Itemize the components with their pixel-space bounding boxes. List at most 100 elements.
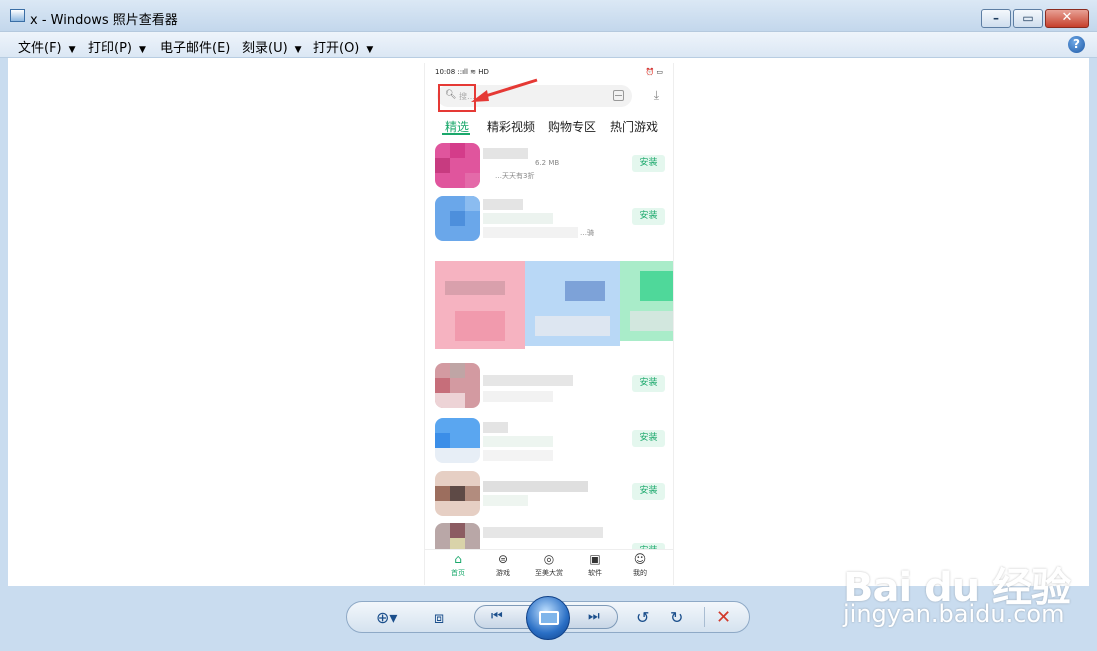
install-button[interactable]: 安装 — [632, 430, 665, 447]
window-title: x - Windows 照片查看器 — [30, 13, 178, 28]
software-icon: ▣ — [589, 552, 601, 566]
list-item[interactable]: 安装 — [435, 418, 670, 464]
app-desc: …天天有3折 — [495, 172, 535, 180]
menu-file[interactable]: 文件(F) ▼ — [18, 37, 76, 56]
rotate-right-button[interactable]: ↻ — [670, 608, 683, 627]
red-arrow-annotation — [471, 78, 538, 102]
app-name-blurred — [483, 481, 588, 492]
app-icon — [435, 471, 480, 516]
scan-icon[interactable] — [613, 90, 624, 101]
app-desc-blurred — [483, 450, 553, 461]
nav-software[interactable]: ▣ 软件 — [575, 552, 615, 578]
list-item[interactable]: …骑 安装 — [435, 196, 670, 242]
app-icon — [435, 196, 480, 241]
menu-email[interactable]: 电子邮件(E) — [160, 37, 230, 56]
app-desc-blurred — [483, 391, 553, 402]
window-controls: – ▭ ✕ — [979, 9, 1089, 28]
nav-awards-label: 至美大赏 — [535, 569, 563, 577]
install-button[interactable]: 安装 — [632, 155, 665, 172]
bottom-navigation: ⌂ 首页 ⊜ 游戏 ◎ 至美大赏 ▣ 软件 ☺ 我的 — [425, 549, 673, 585]
help-icon[interactable]: ? — [1068, 36, 1085, 53]
app-name-blurred — [483, 527, 603, 538]
app-icon — [435, 363, 480, 408]
app-size: 6.2 MB — [535, 159, 560, 167]
install-button[interactable]: 安装 — [632, 375, 665, 392]
previous-button[interactable]: ⏮ — [491, 609, 503, 624]
menu-burn-label: 刻录(U) — [242, 41, 288, 56]
fit-window-icon: ⧈ — [434, 608, 445, 627]
menu-open[interactable]: 打开(O) ▼ — [313, 37, 373, 56]
chevron-down-icon: ▼ — [68, 45, 76, 55]
status-bar-left: 10:08 ::ıll ≋ HD — [435, 68, 489, 76]
app-icon — [435, 143, 480, 188]
download-icon[interactable]: ⤓ — [654, 88, 659, 103]
nav-home-label: 首页 — [451, 569, 465, 577]
nav-home[interactable]: ⌂ 首页 — [438, 552, 478, 578]
list-item[interactable]: 6.2 MB …天天有3折 安装 — [435, 143, 670, 189]
menu-open-label: 打开(O) — [313, 41, 360, 56]
delete-icon: ✕ — [716, 607, 732, 628]
menu-burn[interactable]: 刻录(U) ▼ — [242, 37, 302, 56]
delete-button[interactable]: ✕ — [716, 607, 731, 628]
nav-profile[interactable]: ☺ 我的 — [620, 552, 660, 578]
chevron-down-icon: ▼ — [366, 45, 374, 55]
menu-bar: 文件(F) ▼ 打印(P) ▼ 电子邮件(E) 刻录(U) ▼ 打开(O) ▼ ? — [0, 32, 1097, 58]
watermark-url: jingyan.baidu.com — [843, 600, 1065, 628]
app-desc-blurred — [483, 227, 578, 238]
maximize-button[interactable]: ▭ — [1013, 9, 1043, 28]
rotate-left-icon: ↺ — [636, 608, 650, 627]
nav-games-label: 游戏 — [496, 569, 510, 577]
list-item[interactable]: 安装 — [435, 363, 670, 409]
close-button[interactable]: ✕ — [1045, 9, 1089, 28]
slideshow-icon — [539, 611, 559, 625]
minimize-button[interactable]: – — [981, 9, 1011, 28]
tab-games[interactable]: 热门游戏 — [610, 118, 658, 135]
app-icon — [435, 418, 480, 463]
app-desc-blurred — [483, 436, 553, 447]
minimize-icon: – — [993, 11, 999, 25]
close-icon: ✕ — [1061, 10, 1073, 25]
trophy-icon: ◎ — [543, 552, 555, 566]
nav-games[interactable]: ⊜ 游戏 — [483, 552, 523, 578]
rotate-left-button[interactable]: ↺ — [636, 608, 649, 627]
active-tab-indicator — [442, 133, 470, 135]
chevron-down-icon: ▼ — [294, 45, 302, 55]
app-desc: …骑 — [580, 229, 594, 237]
chevron-down-icon: ▼ — [138, 45, 146, 55]
nav-software-label: 软件 — [588, 569, 602, 577]
app-desc-blurred — [483, 495, 528, 506]
toolbar-divider — [704, 607, 705, 627]
promo-banner[interactable] — [435, 261, 673, 356]
app-name-blurred — [483, 199, 523, 210]
app-desc-blurred — [483, 213, 553, 224]
title-bar: x - Windows 照片查看器 – ▭ ✕ — [0, 0, 1097, 32]
maximize-icon: ▭ — [1022, 11, 1034, 25]
next-button[interactable]: ⏭ — [588, 609, 600, 624]
menu-print[interactable]: 打印(P) ▼ — [88, 37, 146, 56]
tab-shopping[interactable]: 购物专区 — [548, 118, 596, 135]
menu-file-label: 文件(F) — [18, 41, 62, 56]
gamepad-icon: ⊜ — [497, 552, 509, 566]
app-name-blurred — [483, 375, 573, 386]
menu-email-label: 电子邮件(E) — [160, 41, 231, 56]
nav-awards[interactable]: ◎ 至美大赏 — [529, 552, 569, 578]
phone-screenshot: 10:08 ::ıll ≋ HD ⏰ ▭ 🔍︎ 搜… ⤓ 精选 精彩视频 购物专… — [424, 63, 674, 585]
next-icon: ⏭ — [588, 609, 600, 624]
rotate-right-icon: ↻ — [670, 608, 684, 627]
user-icon: ☺ — [633, 552, 647, 566]
previous-icon: ⏮ — [491, 609, 503, 624]
install-button[interactable]: 安装 — [632, 208, 665, 225]
zoom-icon: ⊕▾ — [376, 608, 398, 627]
app-name-blurred — [483, 422, 508, 433]
home-icon: ⌂ — [454, 552, 462, 566]
tab-videos[interactable]: 精彩视频 — [487, 118, 535, 135]
nav-profile-label: 我的 — [633, 569, 647, 577]
install-button[interactable]: 安装 — [632, 483, 665, 500]
slideshow-button[interactable] — [526, 596, 570, 640]
app-name-blurred — [483, 148, 528, 159]
photo-viewer-app-icon — [10, 9, 25, 22]
actual-size-button[interactable]: ⧈ — [434, 608, 444, 628]
list-item[interactable]: 安装 — [435, 471, 670, 517]
menu-print-label: 打印(P) — [88, 41, 132, 56]
zoom-button[interactable]: ⊕▾ — [376, 608, 397, 627]
